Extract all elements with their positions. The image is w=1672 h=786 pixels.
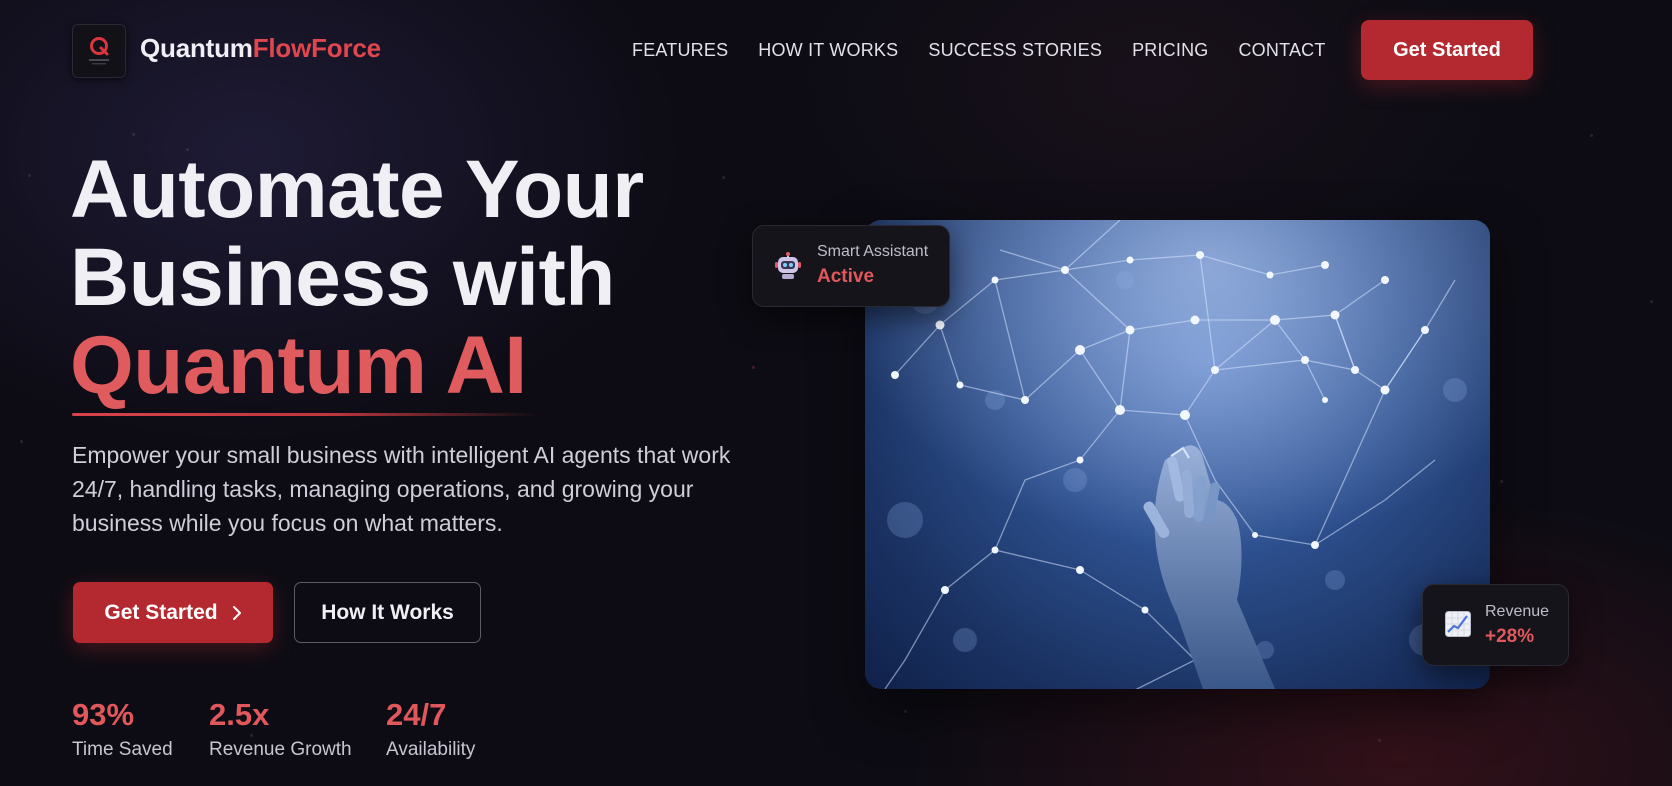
- smart-assistant-card: Smart Assistant Active: [752, 225, 950, 307]
- background-particle: [722, 176, 725, 179]
- chart-increasing-icon: [1445, 611, 1471, 637]
- network-illustration: [865, 220, 1490, 689]
- hero-description: Empower your small business with intelli…: [72, 442, 731, 536]
- how-it-works-button[interactable]: How It Works: [294, 582, 481, 643]
- brand-name-part2: FlowForce: [252, 33, 381, 63]
- robot-icon: [775, 252, 801, 279]
- background-particle: [904, 710, 907, 713]
- background-particle: [1500, 480, 1503, 483]
- revenue-card: Revenue +28%: [1422, 584, 1569, 666]
- brand-name-part1: Quantum: [140, 33, 253, 63]
- stat-label: Availability: [386, 739, 476, 760]
- stat-availability: 24/7 Availability: [386, 697, 475, 761]
- main-nav: FEATURES HOW IT WORKS SUCCESS STORIES PR…: [632, 40, 1326, 61]
- header-get-started-button[interactable]: Get Started: [1361, 20, 1533, 80]
- background-particle: [20, 440, 23, 443]
- stat-value: 2.5x: [209, 697, 270, 732]
- nav-item-pricing[interactable]: PRICING: [1132, 40, 1208, 61]
- hero-title: Automate Your Business with Quantum AI: [70, 146, 644, 410]
- background-particle: [28, 174, 31, 177]
- stat-revenue-growth: 2.5x Revenue Growth: [209, 697, 352, 761]
- stat-value: 93%: [72, 697, 135, 732]
- nav-item-how-it-works[interactable]: HOW IT WORKS: [758, 40, 898, 61]
- card-label: Revenue: [1485, 603, 1550, 620]
- nav-item-success-stories[interactable]: SUCCESS STORIES: [928, 40, 1102, 61]
- logo[interactable]: [72, 24, 126, 78]
- stat-label: Revenue Growth: [209, 739, 352, 760]
- hero-image-ai-network-hand: [865, 220, 1490, 689]
- hero-title-line3: Quantum AI: [70, 320, 527, 411]
- hero-title-line2: Business with: [70, 232, 615, 323]
- background-particle: [1590, 134, 1593, 137]
- background-particle: [752, 366, 755, 369]
- chevron-right-icon: [232, 605, 241, 620]
- get-started-button-label: Get Started: [104, 600, 218, 624]
- background-particle: [132, 133, 135, 136]
- brand-name[interactable]: QuantumFlowForce: [140, 33, 381, 64]
- nav-item-contact[interactable]: CONTACT: [1238, 40, 1325, 61]
- quantum-q-logo-icon: [89, 37, 109, 65]
- nav-item-features[interactable]: FEATURES: [632, 40, 728, 61]
- hero-title-line1: Automate Your: [70, 144, 644, 235]
- stat-label: Time Saved: [72, 739, 173, 760]
- card-revenue-value: +28%: [1485, 626, 1535, 647]
- card-label: Smart Assistant: [817, 243, 929, 260]
- stat-time-saved: 93% Time Saved: [72, 697, 173, 761]
- stat-value: 24/7: [386, 697, 447, 732]
- card-status-value: Active: [817, 266, 875, 287]
- get-started-button[interactable]: Get Started: [73, 582, 273, 643]
- background-particle: [1650, 300, 1653, 303]
- title-underline: [72, 413, 540, 416]
- background-particle: [1378, 739, 1381, 742]
